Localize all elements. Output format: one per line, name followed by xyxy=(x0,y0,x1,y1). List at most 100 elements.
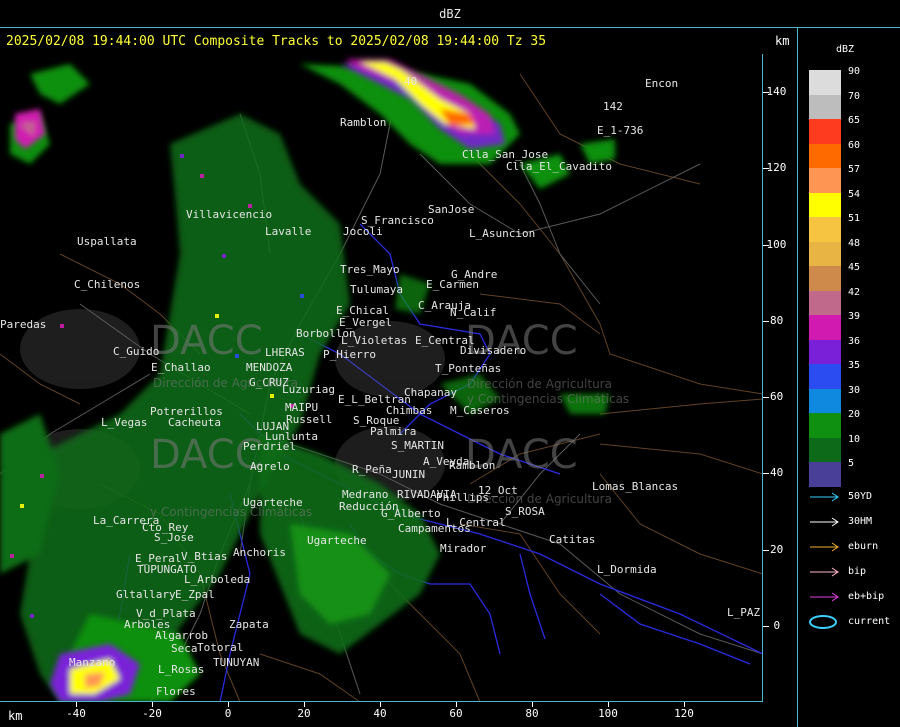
legend-label: 50YD xyxy=(848,491,873,502)
x-tick-mark xyxy=(152,702,153,707)
place-label: L_Vegas xyxy=(101,416,148,429)
colorbar-value: 65 xyxy=(848,115,861,126)
place-label: Chapanay xyxy=(404,386,457,399)
legend-label: 30HM xyxy=(848,516,873,527)
y-tick-label: 0 xyxy=(773,619,781,632)
place-label: Totoral xyxy=(197,641,244,654)
place-label: Anchoris xyxy=(233,546,286,559)
place-label: C_Chilenos xyxy=(74,278,141,291)
place-label: S_MARTIN xyxy=(391,439,444,452)
colorbar-value: 10 xyxy=(848,433,861,445)
place-label: Ramblon xyxy=(340,116,387,129)
place-label: Ugarteche xyxy=(243,496,303,509)
place-label: S_Jose xyxy=(154,531,194,544)
colorbar-value: 35 xyxy=(848,360,861,371)
place-label: Uspallata xyxy=(77,235,137,248)
legend-label: current xyxy=(848,616,891,627)
place-label: L_Dormida xyxy=(597,563,657,576)
place-label: R_Peña xyxy=(352,463,392,476)
x-tick-mark xyxy=(456,702,457,707)
y-tick-mark xyxy=(763,92,769,93)
place-label: Clla_El_Cavadito xyxy=(506,160,612,173)
y-tick-mark xyxy=(763,168,769,170)
y-tick-mark xyxy=(763,626,769,627)
colorbar-swatch xyxy=(809,217,841,242)
legend-label: bip xyxy=(848,566,867,577)
place-label: Villavicencio xyxy=(186,208,273,221)
arrow-icon xyxy=(810,492,839,502)
place-label: Flores xyxy=(156,685,196,698)
y-tick-label: 40 xyxy=(770,466,784,480)
arrow-icon xyxy=(810,517,839,527)
place-label: Seca xyxy=(171,642,198,655)
place-label: Lomas_Blancas xyxy=(592,480,679,493)
ellipse-icon xyxy=(809,615,837,629)
colorbar-value: 20 xyxy=(848,409,861,420)
y-tick-label: 60 xyxy=(770,390,784,404)
place-label: Ramblon xyxy=(449,459,496,472)
y-tick-mark xyxy=(763,244,769,246)
colorbar-value: 30 xyxy=(848,384,861,396)
x-tick-label: 120 xyxy=(674,707,694,720)
x-tick-mark xyxy=(608,702,609,707)
watermark-line-1: Dirección de Agricultura xyxy=(467,377,612,391)
watermark-brand-2: DACC xyxy=(465,318,578,364)
colorbar-value: 54 xyxy=(848,188,861,200)
place-label: Manzano xyxy=(69,656,116,669)
legend-label: eb+bip xyxy=(848,591,885,602)
place-label: JUNIN xyxy=(392,468,426,481)
colorbar-value: 42 xyxy=(848,286,861,298)
y-tick-mark xyxy=(763,320,769,322)
colorbar-swatch xyxy=(809,168,841,193)
place-label: L_Violetas xyxy=(341,334,408,347)
x-tick-mark xyxy=(684,702,685,707)
y-tick-label: 20 xyxy=(770,542,784,556)
colorbar-value: 70 xyxy=(848,90,861,102)
y-tick-mark xyxy=(763,549,769,551)
header-divider xyxy=(0,27,900,28)
x-tick-label: 100 xyxy=(598,707,618,720)
place-label: Palmira xyxy=(370,425,417,438)
place-label: M_Caseros xyxy=(450,404,510,417)
x-tick-mark xyxy=(304,702,305,707)
place-label: S_ROSA xyxy=(505,505,545,518)
colorbar-swatch xyxy=(809,70,841,95)
place-label: Mirador xyxy=(440,542,487,555)
x-tick-mark xyxy=(380,702,381,707)
y-axis-unit-label: km xyxy=(775,34,790,48)
place-label: Phillips xyxy=(436,491,489,504)
colorbar-value: 57 xyxy=(848,164,861,175)
plot-frame xyxy=(0,54,763,702)
colorbar-value: 48 xyxy=(848,237,861,249)
colorbar-value: 39 xyxy=(848,311,861,322)
place-label: Zapata xyxy=(229,618,269,631)
y-tick-mark xyxy=(763,397,769,399)
place-label: L_Rosas xyxy=(158,663,205,676)
place-label: Perdriel xyxy=(243,440,296,453)
colorbar-value: 45 xyxy=(848,262,861,273)
watermark-brand-3: DACC xyxy=(150,432,263,478)
place-label: Campamentos xyxy=(398,522,471,535)
x-axis-unit-label: km xyxy=(8,709,23,723)
place-label: MENDOZA xyxy=(246,361,293,374)
arrow-icon xyxy=(810,567,839,577)
place-label: LHERAS xyxy=(265,346,305,359)
place-label: P_Hierro xyxy=(323,348,376,361)
y-tick-label: 140 xyxy=(766,85,787,98)
place-label: Paredas xyxy=(0,318,47,331)
place-label: 40 xyxy=(404,75,418,88)
track-header: 2025/02/08 19:44:00 UTC Composite Tracks… xyxy=(6,34,547,49)
place-label: SanJose xyxy=(428,203,475,216)
place-label: C_Guido xyxy=(113,345,160,358)
place-label: Divisadero xyxy=(460,344,527,357)
place-label: V_Btias xyxy=(181,550,228,563)
colorbar-swatch xyxy=(809,266,841,291)
x-tick-label: 80 xyxy=(525,707,539,720)
colorbar-swatch xyxy=(809,364,841,389)
place-label: Gltallary xyxy=(116,588,176,601)
colorbar-value: 51 xyxy=(848,213,861,224)
place-label: Catitas xyxy=(549,533,596,546)
colorbar-value: 60 xyxy=(848,139,861,151)
place-label: N_Calif xyxy=(450,306,497,319)
y-tick-label: 120 xyxy=(766,161,787,175)
